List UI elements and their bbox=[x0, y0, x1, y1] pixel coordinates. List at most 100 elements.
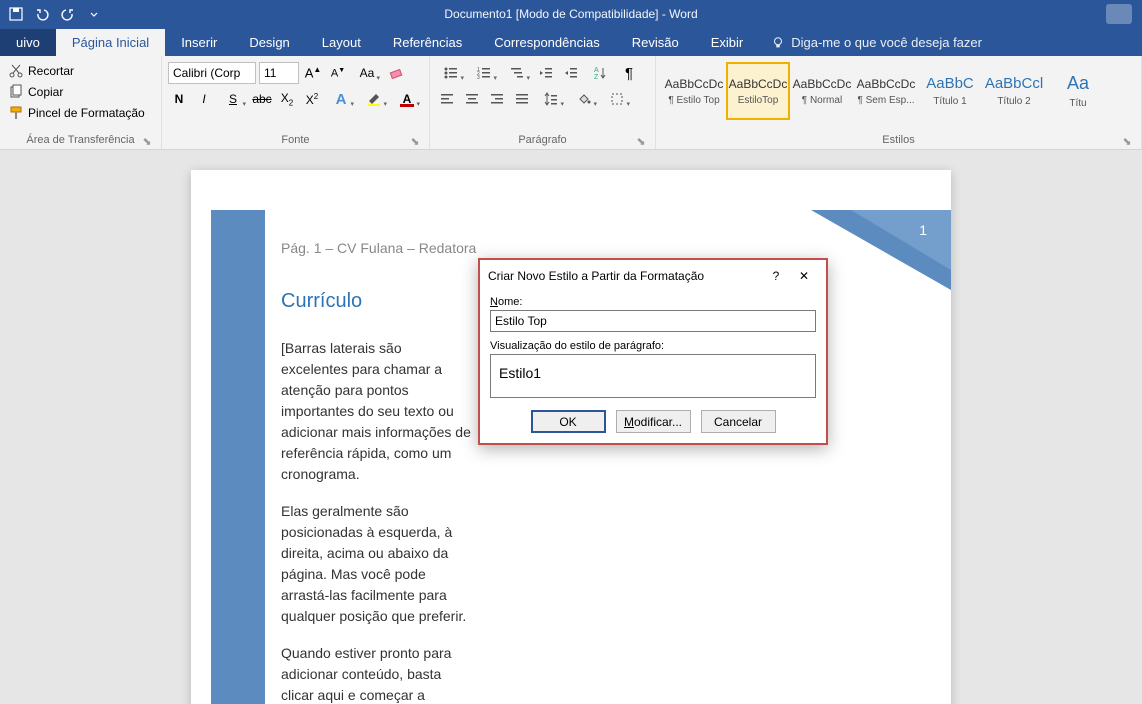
qat-customize[interactable] bbox=[82, 3, 106, 25]
tab-mailings[interactable]: Correspondências bbox=[478, 29, 616, 56]
user-avatar[interactable] bbox=[1106, 4, 1132, 24]
tell-me-search[interactable]: Diga-me o que você deseja fazer bbox=[759, 29, 994, 56]
tab-file[interactable]: uivo bbox=[0, 29, 56, 56]
cancel-button[interactable]: Cancelar bbox=[701, 410, 776, 433]
group-clipboard: Recortar Copiar Pincel de Formatação Áre… bbox=[0, 56, 162, 149]
tab-layout[interactable]: Layout bbox=[306, 29, 377, 56]
style-name-label: Título 2 bbox=[985, 96, 1043, 107]
title-right bbox=[1106, 4, 1142, 24]
style-preview: AaBbCcDc bbox=[793, 77, 852, 91]
body-paragraph[interactable]: [Barras laterais são excelentes para cha… bbox=[281, 338, 471, 485]
bullets-icon bbox=[443, 65, 459, 81]
sort-icon: AZ bbox=[592, 65, 608, 81]
dialog-title-text: Criar Novo Estilo a Partir da Formatação bbox=[488, 269, 762, 283]
text-effects-button[interactable]: A▾ bbox=[326, 88, 356, 110]
increase-indent-button[interactable] bbox=[560, 62, 582, 84]
italic-button[interactable]: I bbox=[193, 88, 215, 110]
shrink-font-button[interactable]: A▼ bbox=[327, 62, 349, 84]
color-bar-icon bbox=[400, 104, 414, 107]
font-launcher[interactable]: ⬊ bbox=[409, 135, 421, 147]
brush-icon bbox=[8, 105, 24, 121]
ribbon-tabs: uivo Página Inicial Inserir Design Layou… bbox=[0, 28, 1142, 56]
clipboard-group-label: Área de Transferência bbox=[26, 134, 134, 146]
show-marks-button[interactable]: ¶ bbox=[618, 62, 640, 84]
page-number: 1 bbox=[919, 222, 927, 238]
style-preview-box: Estilo1 bbox=[490, 354, 816, 398]
quick-access-toolbar bbox=[0, 3, 106, 25]
numbering-button[interactable]: 123▾ bbox=[469, 62, 499, 84]
style-normal[interactable]: AaBbCcDc¶ Normal bbox=[790, 62, 854, 120]
paragraph-launcher[interactable]: ⬊ bbox=[635, 135, 647, 147]
page-corner-decoration bbox=[811, 210, 951, 290]
body-paragraph[interactable]: Quando estiver pronto para adicionar con… bbox=[281, 643, 471, 704]
document-heading[interactable]: Currículo bbox=[281, 290, 362, 313]
tab-references[interactable]: Referências bbox=[377, 29, 478, 56]
font-size-combo[interactable] bbox=[259, 62, 299, 84]
style-estilotop[interactable]: AaBbCcDcEstiloTop bbox=[726, 62, 790, 120]
shading-button[interactable]: ▾ bbox=[569, 88, 599, 110]
style-name-label: Títu bbox=[1049, 98, 1107, 109]
style-no-spacing[interactable]: AaBbCcDc¶ Sem Esp... bbox=[854, 62, 918, 120]
document-body[interactable]: [Barras laterais são excelentes para cha… bbox=[281, 338, 471, 704]
svg-text:3: 3 bbox=[477, 75, 480, 81]
dialog-close-button[interactable]: ✕ bbox=[790, 266, 818, 286]
bullets-button[interactable]: ▾ bbox=[436, 62, 466, 84]
copy-button[interactable]: Copiar bbox=[6, 83, 147, 101]
align-right-button[interactable] bbox=[486, 88, 508, 110]
bold-button[interactable]: N bbox=[168, 88, 190, 110]
dialog-help-button[interactable]: ? bbox=[762, 266, 790, 286]
modify-button[interactable]: Modificar... bbox=[616, 410, 691, 433]
dialog-body: Nome: Visualização do estilo de parágraf… bbox=[480, 292, 826, 443]
tab-design[interactable]: Design bbox=[233, 29, 305, 56]
clipboard-launcher[interactable]: ⬊ bbox=[141, 135, 153, 147]
tab-view[interactable]: Exibir bbox=[695, 29, 760, 56]
font-color-button[interactable]: A▾ bbox=[392, 88, 422, 110]
strikethrough-button[interactable]: abc bbox=[251, 88, 273, 110]
copy-label: Copiar bbox=[28, 85, 63, 99]
style-name-label: Título 1 bbox=[921, 96, 979, 107]
title-bar: Documento1 [Modo de Compatibilidade] - W… bbox=[0, 0, 1142, 28]
style-heading-1[interactable]: AaBbCTítulo 1 bbox=[918, 62, 982, 120]
style-name-input[interactable] bbox=[490, 310, 816, 332]
tab-home[interactable]: Página Inicial bbox=[56, 29, 165, 56]
justify-button[interactable] bbox=[511, 88, 533, 110]
create-style-dialog: Criar Novo Estilo a Partir da Formatação… bbox=[478, 258, 828, 445]
format-painter-button[interactable]: Pincel de Formatação bbox=[6, 104, 147, 122]
line-spacing-icon bbox=[543, 91, 559, 107]
cut-button[interactable]: Recortar bbox=[6, 62, 147, 80]
align-center-button[interactable] bbox=[461, 88, 483, 110]
grow-font-button[interactable]: A▲ bbox=[302, 62, 324, 84]
body-paragraph[interactable]: Elas geralmente são posicionadas à esque… bbox=[281, 501, 471, 627]
save-button[interactable] bbox=[4, 3, 28, 25]
multilevel-list-button[interactable]: ▾ bbox=[502, 62, 532, 84]
align-left-icon bbox=[439, 91, 455, 107]
style-title[interactable]: AaTítu bbox=[1046, 62, 1110, 120]
ribbon: Recortar Copiar Pincel de Formatação Áre… bbox=[0, 56, 1142, 150]
redo-button[interactable] bbox=[56, 3, 80, 25]
change-case-button[interactable]: Aa▾ bbox=[352, 62, 382, 84]
superscript-button[interactable]: X2 bbox=[301, 88, 323, 110]
highlighter-icon bbox=[366, 91, 382, 107]
align-center-icon bbox=[464, 91, 480, 107]
align-left-button[interactable] bbox=[436, 88, 458, 110]
style-estilo-top-1[interactable]: AaBbCcDc¶ Estilo Top bbox=[662, 62, 726, 120]
underline-button[interactable]: S▾ bbox=[218, 88, 248, 110]
style-heading-2[interactable]: AaBbCclTítulo 2 bbox=[982, 62, 1046, 120]
sort-button[interactable]: AZ bbox=[585, 62, 615, 84]
decrease-indent-button[interactable] bbox=[535, 62, 557, 84]
preview-label: Visualização do estilo de parágrafo: bbox=[490, 340, 816, 352]
tab-review[interactable]: Revisão bbox=[616, 29, 695, 56]
styles-launcher[interactable]: ⬊ bbox=[1121, 135, 1133, 147]
format-painter-label: Pincel de Formatação bbox=[28, 106, 145, 120]
subscript-button[interactable]: X2 bbox=[276, 88, 298, 110]
line-spacing-button[interactable]: ▾ bbox=[536, 88, 566, 110]
borders-button[interactable]: ▾ bbox=[602, 88, 632, 110]
font-name-combo[interactable] bbox=[168, 62, 256, 84]
close-icon: ✕ bbox=[799, 269, 809, 283]
clear-formatting-button[interactable] bbox=[385, 62, 407, 84]
ok-button[interactable]: OK bbox=[531, 410, 606, 433]
tab-insert[interactable]: Inserir bbox=[165, 29, 233, 56]
undo-button[interactable] bbox=[30, 3, 54, 25]
highlight-button[interactable]: ▾ bbox=[359, 88, 389, 110]
style-name-label: EstiloTop bbox=[730, 95, 786, 106]
